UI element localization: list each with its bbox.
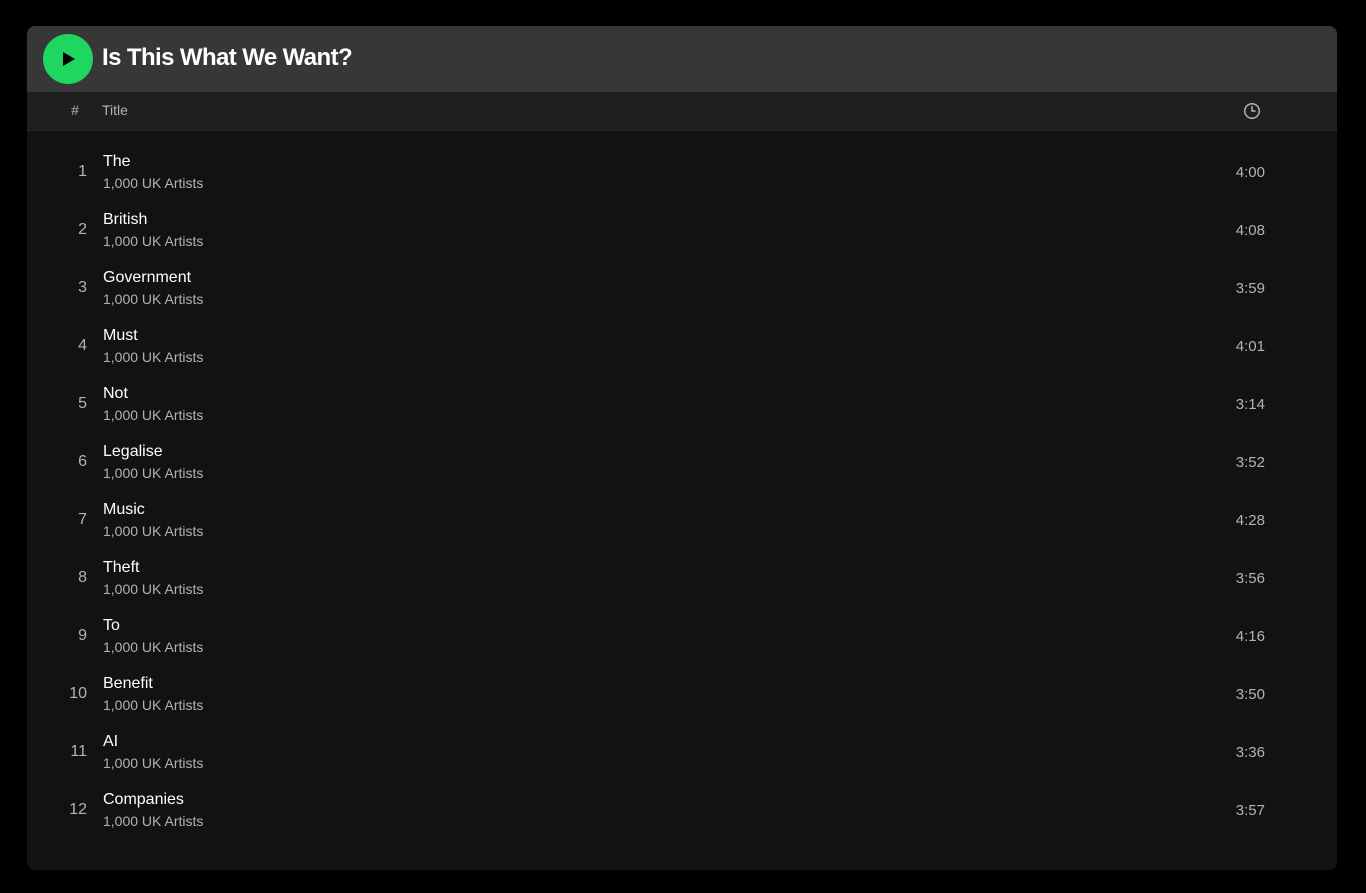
track-row[interactable]: 1 The 1,000 UK Artists 4:00 [27,143,1337,201]
track-number: 11 [70,743,87,760]
track-title[interactable]: Must [103,327,138,345]
track-number: 5 [78,395,87,412]
clock-icon[interactable] [1243,102,1261,120]
track-row[interactable]: 10 Benefit 1,000 UK Artists 3:50 [27,665,1337,723]
track-row[interactable]: 12 Companies 1,000 UK Artists 3:57 [27,781,1337,839]
track-duration: 4:00 [1235,164,1265,181]
track-title[interactable]: Legalise [103,443,163,461]
track-title[interactable]: Benefit [103,675,153,693]
playlist-title: Is This What We Want? [102,44,353,71]
track-row[interactable]: 7 Music 1,000 UK Artists 4:28 [27,491,1337,549]
track-title[interactable]: AI [103,733,118,751]
track-title[interactable]: The [103,153,131,171]
track-artist-link[interactable]: 1,000 UK Artists [103,465,203,481]
track-duration: 4:08 [1235,222,1265,239]
track-duration: 3:14 [1235,396,1265,413]
track-artist-link[interactable]: 1,000 UK Artists [103,233,203,249]
track-artist-link[interactable]: 1,000 UK Artists [103,755,203,771]
track-artist-link[interactable]: 1,000 UK Artists [103,291,203,307]
track-number: 7 [78,511,87,528]
track-number: 10 [69,685,87,702]
track-row[interactable]: 6 Legalise 1,000 UK Artists 3:52 [27,433,1337,491]
tracklist-column-header: # Title [27,92,1337,131]
track-duration: 3:36 [1235,744,1265,761]
track-number: 1 [78,163,87,180]
track-artist-link[interactable]: 1,000 UK Artists [103,813,203,829]
track-row[interactable]: 5 Not 1,000 UK Artists 3:14 [27,375,1337,433]
track-artist-link[interactable]: 1,000 UK Artists [103,349,203,365]
track-number: 6 [78,453,87,470]
track-artist-link[interactable]: 1,000 UK Artists [103,175,203,191]
track-duration: 3:50 [1235,686,1265,703]
play-button[interactable] [43,34,93,84]
track-row[interactable]: 3 Government 1,000 UK Artists 3:59 [27,259,1337,317]
track-duration: 3:57 [1235,802,1265,819]
track-row[interactable]: 2 British 1,000 UK Artists 4:08 [27,201,1337,259]
track-row[interactable]: 9 To 1,000 UK Artists 4:16 [27,607,1337,665]
track-row[interactable]: 4 Must 1,000 UK Artists 4:01 [27,317,1337,375]
playlist-header-bar: Is This What We Want? [27,26,1337,92]
track-number: 9 [78,627,87,644]
track-title[interactable]: Music [103,501,145,519]
track-title[interactable]: British [103,211,147,229]
track-number: 4 [78,337,87,354]
track-duration: 4:16 [1235,628,1265,645]
track-row[interactable]: 11 AI 1,000 UK Artists 3:36 [27,723,1337,781]
column-title-header[interactable]: Title [102,102,128,118]
column-number-header: # [71,102,79,118]
track-number: 2 [78,221,87,238]
track-duration: 3:52 [1235,454,1265,471]
track-artist-link[interactable]: 1,000 UK Artists [103,523,203,539]
track-title[interactable]: Government [103,269,191,287]
playlist-panel: Is This What We Want? # Title 1 The 1,000 … [27,26,1337,870]
track-number: 8 [78,569,87,586]
track-title[interactable]: Not [103,385,128,403]
track-duration: 4:01 [1235,338,1265,355]
track-title[interactable]: To [103,617,120,635]
track-duration: 3:56 [1235,570,1265,587]
track-number: 12 [69,801,87,818]
track-duration: 3:59 [1235,280,1265,297]
track-title[interactable]: Theft [103,559,139,577]
track-number: 3 [78,279,87,296]
tracklist: 1 The 1,000 UK Artists 4:00 2 British 1,000 UK… [27,143,1337,839]
track-artist-link[interactable]: 1,000 UK Artists [103,581,203,597]
track-artist-link[interactable]: 1,000 UK Artists [103,697,203,713]
play-icon [63,52,75,66]
track-title[interactable]: Companies [103,791,184,809]
track-artist-link[interactable]: 1,000 UK Artists [103,407,203,423]
track-duration: 4:28 [1235,512,1265,529]
track-artist-link[interactable]: 1,000 UK Artists [103,639,203,655]
track-row[interactable]: 8 Theft 1,000 UK Artists 3:56 [27,549,1337,607]
